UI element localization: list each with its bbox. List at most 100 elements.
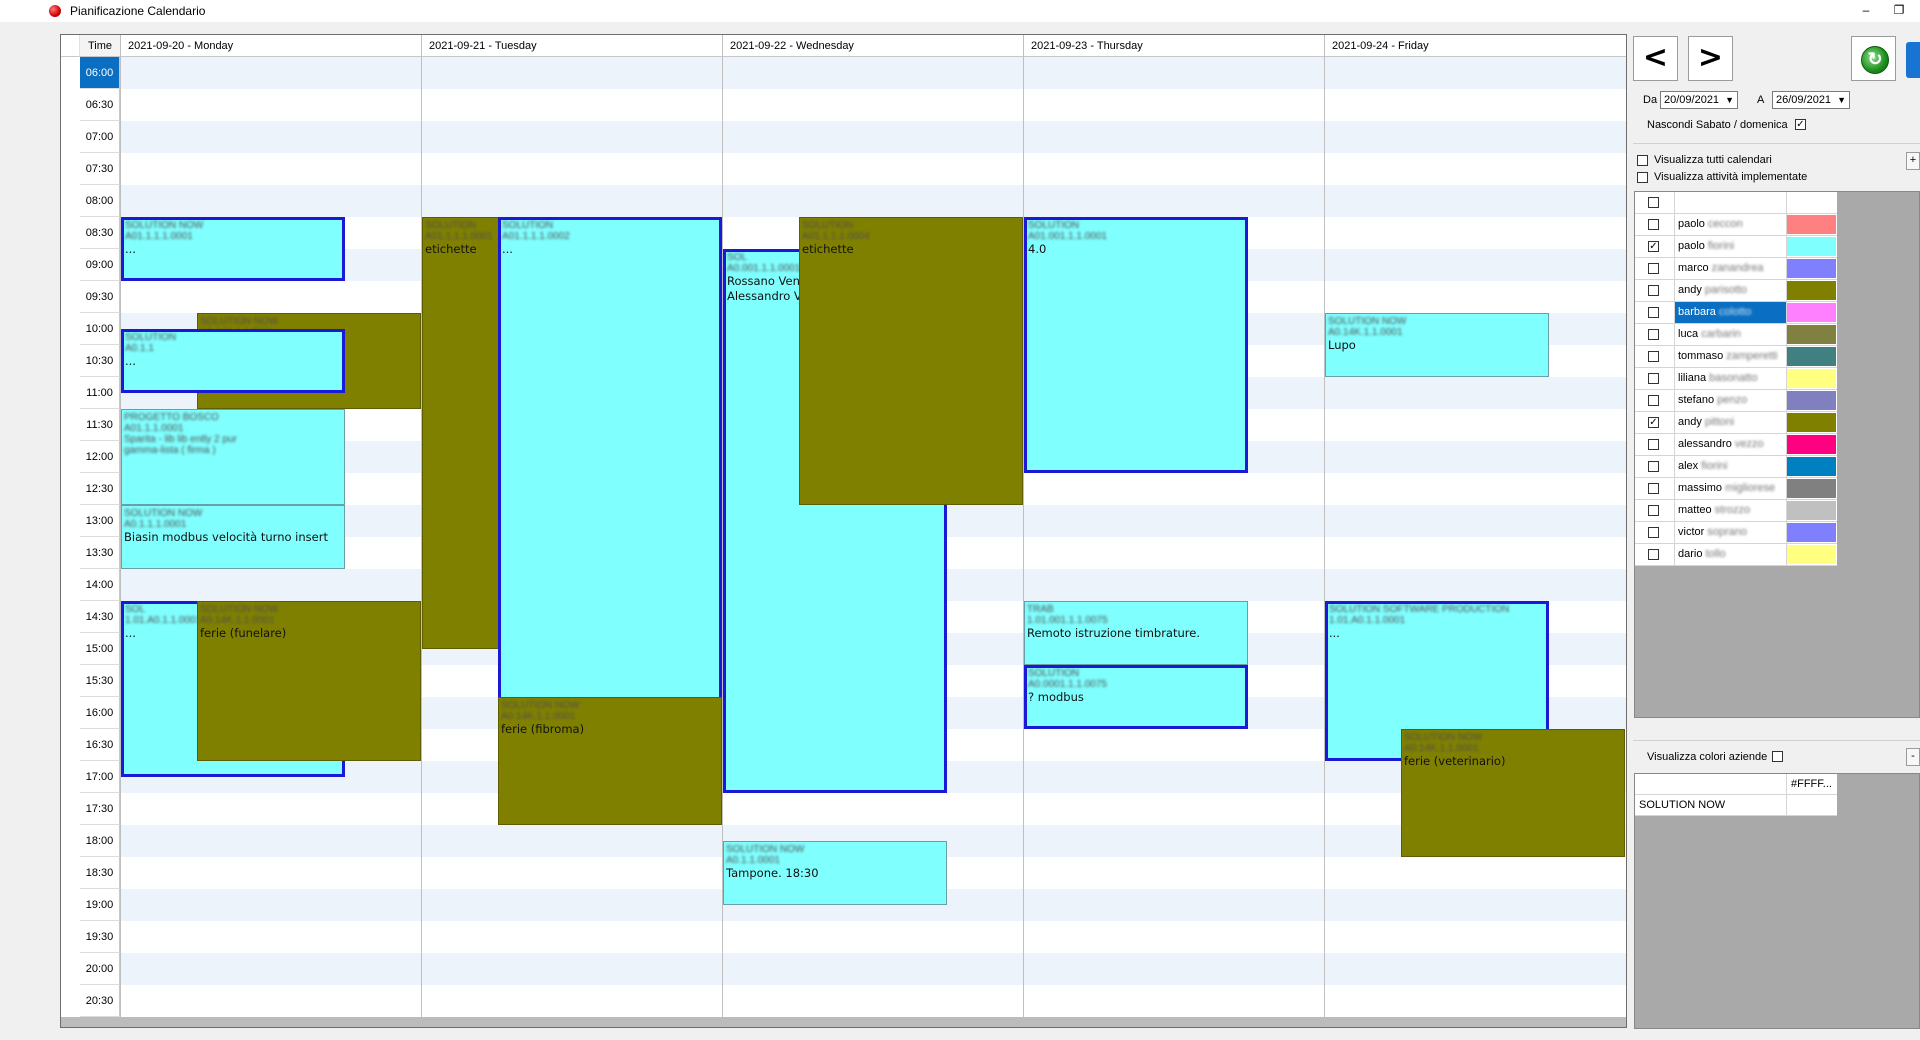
user-checkbox-cell[interactable] [1635,302,1675,323]
user-checkbox-cell[interactable] [1635,456,1675,477]
horizontal-scrollbar[interactable] [61,1017,1626,1027]
user-color-swatch[interactable] [1787,347,1836,366]
user-checkbox-cell[interactable]: ✓ [1635,236,1675,257]
user-row[interactable]: ✓ andy pittoni [1635,412,1837,434]
user-checkbox-cell[interactable] [1635,346,1675,367]
time-slot-row[interactable] [121,185,1626,217]
hide-weekend-checkbox[interactable]: ✓ [1795,119,1806,130]
user-color-swatch[interactable] [1787,545,1836,564]
calendar-event[interactable]: SOLUTION NOW A0.1.1.1.0001 Biasin modbus … [121,505,345,569]
user-color-swatch[interactable] [1787,237,1836,256]
user-color-swatch[interactable] [1787,259,1836,278]
user-checkbox-cell[interactable] [1635,390,1675,411]
time-slot-row[interactable] [121,57,1626,89]
user-row[interactable]: paolo ceccon [1635,214,1837,236]
user-row[interactable]: victor soprano [1635,522,1837,544]
user-checkbox-cell[interactable] [1635,522,1675,543]
time-slot-row[interactable] [121,153,1626,185]
user-row[interactable]: luca carbarin [1635,324,1837,346]
user-row[interactable]: ✓ paolo fiorini [1635,236,1837,258]
user-color-swatch[interactable] [1787,413,1836,432]
add-calendar-button[interactable]: + [1906,152,1920,170]
day-header[interactable]: 2021-09-23 - Thursday [1024,35,1325,57]
day-header[interactable]: 2021-09-21 - Tuesday [422,35,723,57]
calendar-event[interactable]: SOLUTION NOW A01.1.1.1.0001... [121,217,345,281]
calendar-event[interactable]: PROGETTO BOSCO A01.1.1.0001 Sparita - li… [121,409,345,505]
user-row[interactable]: stefano penzo [1635,390,1837,412]
user-color-swatch[interactable] [1787,523,1836,542]
next-week-button[interactable]: > [1688,36,1733,81]
user-checkbox-cell[interactable] [1635,214,1675,235]
sync-button[interactable]: ↻ [1851,36,1896,81]
user-checkbox-cell[interactable] [1635,500,1675,521]
user-color-swatch[interactable] [1787,369,1836,388]
time-slot-row[interactable] [121,985,1626,1017]
calendar-event[interactable]: SOLUTION NOW A0.14K.1.1.0001 ferie (veter… [1401,729,1625,857]
user-checkbox[interactable] [1648,373,1659,384]
user-checkbox[interactable] [1648,461,1659,472]
day-header[interactable]: 2021-09-22 - Wednesday [723,35,1024,57]
calendar-event[interactable]: SOLUTION NOW A0.14K.1.1.0001 ferie (funel… [197,601,421,761]
user-checkbox[interactable] [1648,219,1659,230]
company-row[interactable]: SOLUTION NOW [1635,795,1837,816]
user-row[interactable]: alessandro vezzo [1635,434,1837,456]
show-company-colors-checkbox[interactable] [1772,751,1783,762]
user-row[interactable]: liliana basonatto [1635,368,1837,390]
user-row[interactable]: massimo migliorese [1635,478,1837,500]
user-checkbox-cell[interactable] [1635,280,1675,301]
calendar-event[interactable]: SOLUTION A0.1.1... [121,329,345,393]
user-color-swatch[interactable] [1787,479,1836,498]
user-color-swatch[interactable] [1787,281,1836,300]
calendar-event[interactable]: SOLUTION A01.1.1.1.0004 etichette [799,217,1023,505]
user-checkbox[interactable] [1648,395,1659,406]
user-checkbox-cell[interactable] [1635,324,1675,345]
user-checkbox[interactable] [1648,505,1659,516]
minimize-button[interactable]: – [1851,1,1881,19]
show-implemented-checkbox[interactable] [1637,172,1648,183]
time-slot-row[interactable] [121,121,1626,153]
user-checkbox[interactable]: ✓ [1648,241,1659,252]
calendar-event[interactable]: SOLUTION A01.1.1.1.0002... [498,217,722,745]
calendar-event[interactable]: SOLUTION A0.0001.1.1.0075? modbus [1024,665,1248,729]
user-checkbox-cell[interactable] [1635,478,1675,499]
user-checkbox[interactable] [1648,329,1659,340]
time-slot-row[interactable] [121,953,1626,985]
user-color-swatch[interactable] [1787,325,1836,344]
day-header[interactable]: 2021-09-24 - Friday [1325,35,1626,57]
prev-week-button[interactable]: < [1633,36,1678,81]
user-checkbox[interactable] [1648,285,1659,296]
company-colors-button[interactable]: - [1906,748,1920,766]
calendar-app-icon[interactable] [1906,42,1920,78]
user-color-swatch[interactable] [1787,215,1836,234]
to-date-picker[interactable]: 26/09/2021 ▼ [1772,91,1850,109]
calendar-event[interactable]: SOLUTION NOW A0.14K.1.1.0001 ferie (fibro… [498,697,722,825]
user-color-swatch[interactable] [1787,303,1836,322]
companies-grid[interactable]: #FFFF... SOLUTION NOW [1634,773,1920,1029]
user-checkbox-cell[interactable] [1635,368,1675,389]
user-checkbox[interactable] [1648,527,1659,538]
users-header-row[interactable] [1635,192,1837,214]
week-calendar[interactable]: 06:00 06:30 07:00 07:30 08:00 08:30 09:00 09:30… [60,34,1627,1028]
user-row[interactable]: alex fiorini [1635,456,1837,478]
time-slot-row[interactable] [121,921,1626,953]
time-slot-row[interactable] [121,89,1626,121]
user-row[interactable]: tommaso zamperetti [1635,346,1837,368]
select-all-checkbox[interactable] [1648,197,1659,208]
user-checkbox-cell[interactable] [1635,544,1675,565]
calendar-event[interactable]: SOLUTION NOW A0.1.1.0001 Tampone. 18:30 [723,841,947,905]
user-row[interactable]: dario tollo [1635,544,1837,566]
day-header[interactable]: 2021-09-20 - Monday [121,35,422,57]
user-checkbox-cell[interactable]: ✓ [1635,412,1675,433]
user-checkbox[interactable] [1648,483,1659,494]
user-checkbox[interactable] [1648,351,1659,362]
restore-button[interactable]: ❐ [1884,1,1914,19]
user-checkbox[interactable] [1648,263,1659,274]
show-all-calendars-checkbox[interactable] [1637,155,1648,166]
user-checkbox[interactable] [1648,549,1659,560]
user-color-swatch[interactable] [1787,457,1836,476]
user-checkbox[interactable]: ✓ [1648,417,1659,428]
user-checkbox-cell[interactable] [1635,258,1675,279]
user-checkbox[interactable] [1648,439,1659,450]
user-row[interactable]: barbara colotto [1635,302,1837,324]
calendar-event[interactable]: SOLUTION A01.001.1.1.0001 4.0 [1024,217,1248,473]
